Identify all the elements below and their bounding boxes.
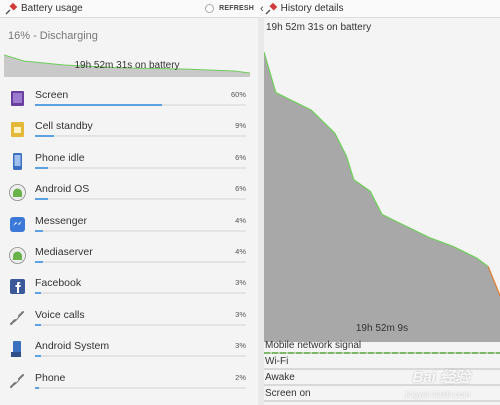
usage-item[interactable]: Cell standby 9% [0,115,258,146]
usage-item[interactable]: Facebook 3% [0,272,258,303]
usage-item-name: Phone [35,371,66,384]
usage-item-percent: 60% [230,90,246,99]
history-area [264,52,500,342]
signal-label: Awake [265,372,295,383]
usage-item-percent: 4% [235,215,246,225]
usage-item[interactable]: Phone 2% [0,367,258,398]
signal-bar [264,400,500,402]
usage-bar-fill [35,229,44,232]
usage-bar-track [35,386,246,389]
usage-item-name: Screen [35,89,69,101]
sim-card-icon [11,122,24,138]
usage-item[interactable]: Android OS 6% [0,178,258,209]
android-icon [9,247,26,264]
usage-item-percent: 2% [235,372,246,382]
phone-icon [13,152,22,170]
usage-bar-track [35,260,246,263]
usage-bar-track [35,229,246,232]
refresh-icon [205,4,215,13]
usage-bar-track [35,323,246,326]
history-details-panel: 19h 52m 31s on battery 19h 52m 9s Mobile… [264,18,500,405]
summary-label: 19h 52m 31s on battery [74,60,180,71]
history-details-title: History details [280,3,344,14]
usage-bar-track [35,104,246,106]
usage-item-percent: 6% [235,184,246,194]
usage-item-name: Android OS [35,183,90,196]
battery-usage-title: Battery usage [21,3,83,14]
usage-bar-fill [35,104,162,106]
battery-usage-panel: 16% - Discharging 19h 52m 31s on battery… [0,18,258,405]
history-details-header: ‹ History details [258,0,500,18]
usage-bar-track [35,135,246,138]
handset-icon [10,373,24,388]
history-axis-label: 19h 52m 9s [355,323,409,334]
usage-item[interactable]: Messenger 4% [0,210,258,241]
usage-bar-fill [35,355,42,358]
system-icon [11,341,21,358]
usage-item[interactable]: Screen 60% [0,84,258,115]
usage-item-name: Mediaserver [35,245,93,258]
signal-bar [264,352,500,354]
pin-icon [265,2,277,14]
usage-item-percent: 6% [235,152,246,162]
refresh-label: REFRESH [219,5,254,12]
battery-usage-header: Battery usage REFRESH [0,0,258,18]
android-icon [9,184,26,202]
usage-bar-track [35,292,246,295]
usage-item-name: Phone idle [35,151,85,164]
usage-bar-track [35,166,246,169]
watermark-sub: jingyan.baidu.com [405,390,470,399]
screen-icon [11,91,24,106]
usage-bar-fill [35,292,42,295]
usage-item-percent: 9% [235,121,246,131]
usage-bar-track [35,355,246,358]
usage-bar-fill [35,135,54,138]
usage-item-percent: 3% [235,309,246,319]
refresh-button[interactable]: REFRESH [205,4,254,13]
usage-item-name: Android System [35,340,110,353]
signal-label: Mobile network signal [265,340,362,351]
usage-item-name: Cell standby [35,120,93,133]
usage-item[interactable]: Voice calls 3% [0,304,258,335]
battery-history-chart[interactable] [264,38,500,342]
battery-status: 16% - Discharging [8,30,98,42]
facebook-icon [10,279,25,295]
handset-icon [10,310,24,325]
back-chevron-icon[interactable]: ‹ [260,3,264,15]
usage-item-name: Facebook [35,277,82,290]
usage-bar-fill [35,260,44,263]
usage-item[interactable]: Phone idle 6% [0,147,258,178]
messenger-icon [10,216,25,232]
usage-item-percent: 3% [235,278,246,288]
history-summary: 19h 52m 31s on battery [266,22,372,33]
usage-bar-fill [35,166,48,169]
usage-list: Screen 60% Cell standby 9% Phone idle 6% Andro… [0,84,258,398]
usage-item-name: Voice calls [35,308,85,321]
usage-bar-track [35,198,246,201]
usage-bar-fill [35,386,40,389]
usage-bar-fill [35,198,48,201]
usage-item-percent: 4% [235,246,246,256]
pin-icon [5,2,17,14]
signal-label: Wi-Fi [265,356,289,367]
signal-label: Screen on [265,388,311,399]
usage-item-name: Messenger [35,214,87,227]
usage-bar-fill [35,323,42,326]
usage-item-percent: 3% [235,341,246,351]
usage-item[interactable]: Android System 3% [0,335,258,366]
watermark: Bai 经验 [412,369,470,386]
usage-item[interactable]: Mediaserver 4% [0,241,258,272]
